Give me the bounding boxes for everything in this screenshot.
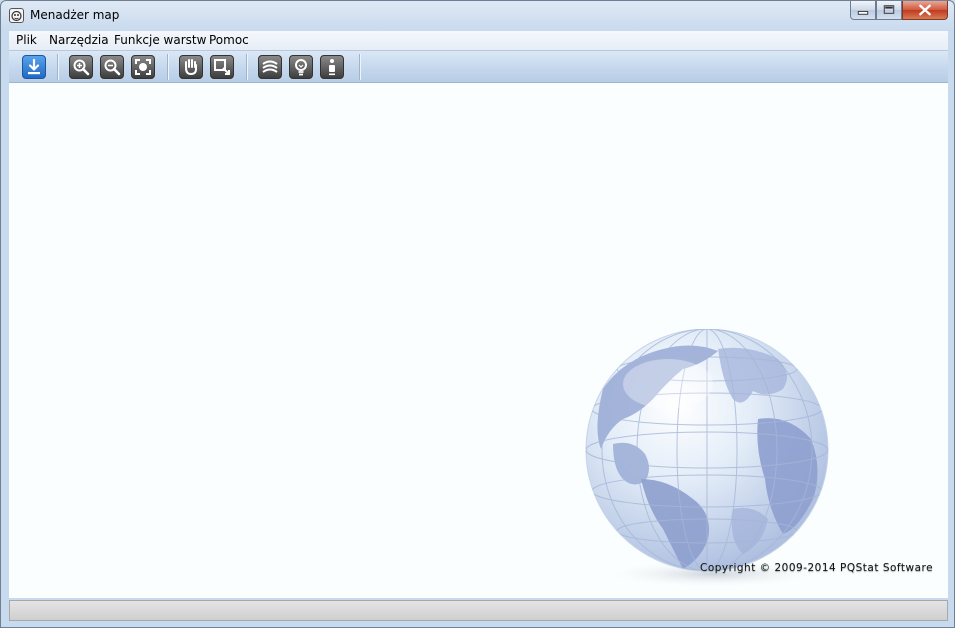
toolbar-separator: [167, 54, 168, 80]
toolbar-separator: [246, 54, 247, 80]
maximize-icon: [883, 5, 895, 14]
lightbulb-button[interactable]: [289, 55, 313, 79]
lightbulb-icon: [295, 59, 307, 76]
app-icon[interactable]: [9, 8, 24, 23]
download-button[interactable]: [22, 55, 46, 79]
menu-layer-functions[interactable]: Funkcje warstw: [114, 33, 206, 47]
zoom-in-icon: [73, 59, 90, 76]
app-window: Menadżer map Plik Narzędzia Funkcje wars…: [0, 0, 955, 628]
select-rect-button[interactable]: [210, 55, 234, 79]
pan-hand-icon: [185, 59, 197, 76]
globe-icon: [583, 328, 833, 591]
minimize-button[interactable]: [850, 1, 876, 20]
map-canvas[interactable]: Copyright © 2009-2014 PQStat Software: [9, 83, 948, 598]
zoom-extent-icon: [135, 59, 151, 75]
layers-button[interactable]: [258, 55, 282, 79]
info-icon: [329, 59, 335, 76]
copyright-text: Copyright © 2009-2014 PQStat Software: [700, 562, 934, 574]
title-bar[interactable]: Menadżer map: [1, 1, 954, 30]
zoom-extent-button[interactable]: [131, 55, 155, 79]
zoom-in-button[interactable]: [69, 55, 93, 79]
menu-tools[interactable]: Narzędzia: [49, 33, 109, 47]
info-button[interactable]: [320, 55, 344, 79]
minimize-icon: [857, 10, 869, 15]
status-bar: [9, 600, 948, 621]
toolbar-separator: [57, 54, 58, 80]
zoom-out-button[interactable]: [100, 55, 124, 79]
close-icon: [919, 4, 931, 16]
menu-bar: Plik Narzędzia Funkcje warstw Pomoc: [9, 31, 948, 51]
pan-button[interactable]: [179, 55, 203, 79]
window-title: Menadżer map: [30, 8, 120, 22]
menu-help[interactable]: Pomoc: [209, 33, 249, 47]
toolbar: [9, 51, 948, 83]
select-rect-icon: [214, 59, 230, 75]
menu-file[interactable]: Plik: [16, 33, 37, 47]
layers-icon: [262, 60, 278, 73]
zoom-out-icon: [104, 59, 121, 76]
maximize-button[interactable]: [876, 1, 902, 20]
close-button[interactable]: [902, 1, 948, 20]
download-icon: [28, 58, 40, 75]
toolbar-separator: [359, 54, 360, 80]
caption-buttons: [850, 1, 948, 21]
